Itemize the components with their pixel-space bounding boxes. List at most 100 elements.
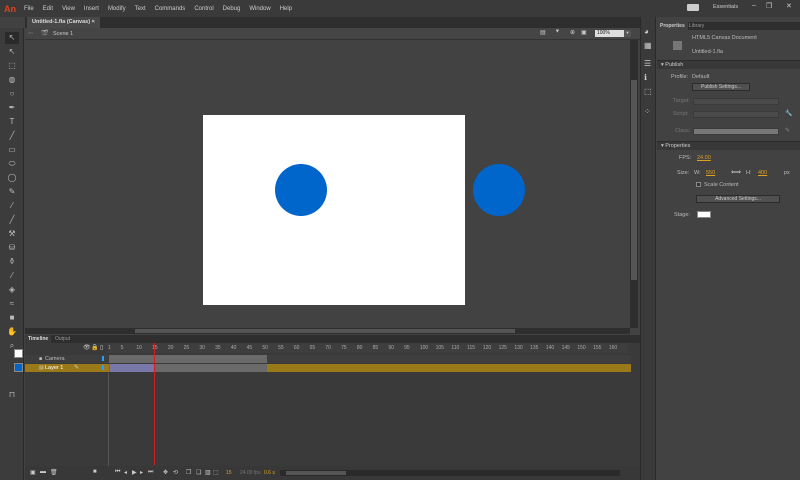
- menu-text[interactable]: Text: [135, 6, 146, 12]
- stage-color-swatch[interactable]: [697, 211, 711, 218]
- step-back-icon[interactable]: ◂: [124, 469, 127, 476]
- scene-name[interactable]: Scene 1: [53, 31, 73, 37]
- onion-outline-icon[interactable]: ❏: [196, 469, 201, 476]
- info-icon[interactable]: ℹ: [644, 73, 647, 82]
- new-layer-icon[interactable]: ▣: [30, 469, 36, 476]
- properties-section-header[interactable]: ▾ Properties: [657, 141, 800, 150]
- stroke-color-swatch[interactable]: [14, 349, 23, 358]
- center-frame-icon[interactable]: ✥: [163, 469, 168, 476]
- onion-skin-icon[interactable]: ❐: [186, 469, 191, 476]
- eye-icon[interactable]: 👁: [83, 344, 91, 351]
- first-frame-icon[interactable]: ⏮: [115, 469, 120, 476]
- tab-output[interactable]: Output: [52, 335, 73, 343]
- bone-tool-icon[interactable]: ⚒: [5, 228, 19, 240]
- selection-tool-icon[interactable]: ↖: [5, 32, 19, 44]
- lasso-tool-icon[interactable]: ○: [5, 88, 19, 100]
- restore-button[interactable]: ❐: [766, 2, 772, 10]
- menu-control[interactable]: Control: [194, 6, 213, 12]
- components-icon[interactable]: ⁘: [644, 107, 651, 116]
- elapsed-time[interactable]: 0.6 s: [264, 470, 275, 476]
- current-frame[interactable]: 15: [226, 470, 232, 476]
- publish-section-header[interactable]: ▾ Publish: [657, 60, 800, 69]
- chevron-down-icon[interactable]: ▼: [624, 30, 631, 37]
- polystar-tool-icon[interactable]: ◯: [5, 172, 19, 184]
- wrench-icon[interactable]: 🔧: [785, 110, 792, 117]
- circle-shape-on-stage[interactable]: [275, 164, 327, 216]
- lock-icon[interactable]: 🔒: [91, 344, 98, 351]
- scroll-thumb[interactable]: [631, 80, 637, 280]
- menu-window[interactable]: Window: [249, 6, 270, 12]
- workspace-switcher[interactable]: Essentials: [713, 4, 738, 10]
- pen-tool-icon[interactable]: ✒: [5, 102, 19, 114]
- publish-settings-button[interactable]: Publish Settings...: [692, 83, 750, 91]
- script-select[interactable]: [693, 111, 779, 118]
- menu-file[interactable]: File: [24, 6, 34, 12]
- pencil-tool-icon[interactable]: ✎: [5, 186, 19, 198]
- hand-tool-icon[interactable]: ✋: [5, 326, 19, 338]
- text-tool-icon[interactable]: T: [5, 116, 19, 128]
- brush-tool-icon[interactable]: ╱: [5, 214, 19, 226]
- edit-class-icon[interactable]: ✎: [785, 127, 790, 134]
- stage[interactable]: [203, 115, 465, 305]
- minimize-button[interactable]: –: [752, 2, 756, 9]
- oval-tool-icon[interactable]: ⬭: [5, 158, 19, 170]
- 3d-rotation-tool-icon[interactable]: ◍: [5, 74, 19, 86]
- vertical-scrollbar[interactable]: [630, 40, 638, 328]
- onion-markers-icon[interactable]: ⬚: [213, 469, 219, 476]
- menu-help[interactable]: Help: [280, 6, 292, 12]
- menu-modify[interactable]: Modify: [108, 6, 126, 12]
- align-icon[interactable]: ☰: [644, 59, 651, 68]
- menu-insert[interactable]: Insert: [84, 6, 99, 12]
- link-dimensions-icon[interactable]: ⟺: [731, 168, 741, 176]
- playhead[interactable]: [154, 343, 156, 465]
- circle-shape-off-stage[interactable]: [473, 164, 525, 216]
- edit-symbol-icon[interactable]: ⯆: [555, 29, 560, 36]
- back-arrow-icon[interactable]: ⇦: [28, 30, 33, 37]
- color-panel-icon[interactable]: ◕: [644, 27, 649, 36]
- menu-view[interactable]: View: [62, 6, 75, 12]
- advanced-settings-button[interactable]: Advanced Settings...: [696, 195, 780, 203]
- camera-toggle-icon[interactable]: ■: [93, 469, 97, 475]
- camera-tool-icon[interactable]: ■: [5, 312, 19, 324]
- zoom-select[interactable]: 100% ▼: [595, 30, 631, 37]
- frame-rate[interactable]: 24.00 fps: [240, 470, 261, 476]
- scroll-thumb[interactable]: [135, 329, 515, 333]
- layer-row-layer-1[interactable]: ▤ Layer 1 ✎: [25, 364, 631, 372]
- outline-icon[interactable]: ▯: [100, 344, 103, 351]
- paint-bucket-tool-icon[interactable]: ⛁: [5, 242, 19, 254]
- transform-tool-icon[interactable]: ⬚: [5, 60, 19, 72]
- width-value[interactable]: 550: [706, 170, 715, 176]
- layer-name[interactable]: Camera: [45, 356, 65, 362]
- menu-edit[interactable]: Edit: [43, 6, 53, 12]
- fill-color-swatch[interactable]: [14, 363, 23, 372]
- eraser-tool-icon[interactable]: ◈: [5, 284, 19, 296]
- motion-tween-span[interactable]: [110, 364, 155, 372]
- close-tab-icon[interactable]: ×: [92, 19, 95, 25]
- delete-layer-icon[interactable]: 🗑: [50, 469, 58, 476]
- document-tab[interactable]: Untitled-1.fla (Canvas) ×: [27, 17, 100, 28]
- menu-debug[interactable]: Debug: [223, 6, 241, 12]
- frame-span[interactable]: [109, 355, 267, 363]
- edit-multiple-frames-icon[interactable]: ▥: [205, 469, 211, 476]
- pasteboard[interactable]: [25, 40, 630, 328]
- edit-scene-icon[interactable]: ▤: [540, 29, 546, 36]
- frame-ruler[interactable]: 1510152025303540455055606570758085909510…: [107, 343, 627, 353]
- rectangle-tool-icon[interactable]: ▭: [5, 144, 19, 156]
- paint-brush-tool-icon[interactable]: ⁄: [5, 200, 19, 212]
- swatches-icon[interactable]: ▦: [644, 41, 652, 50]
- ink-bottle-tool-icon[interactable]: ⚱: [5, 256, 19, 268]
- scale-content-checkbox[interactable]: [696, 182, 701, 187]
- menu-commands[interactable]: Commands: [155, 6, 186, 12]
- line-tool-icon[interactable]: ╱: [5, 130, 19, 142]
- tab-properties[interactable]: Properties: [657, 22, 688, 30]
- clip-icon[interactable]: ▣: [581, 29, 587, 36]
- loop-icon[interactable]: ⟲: [173, 469, 178, 476]
- sync-icon[interactable]: [687, 4, 699, 11]
- eyedropper-tool-icon[interactable]: ⁄: [5, 270, 19, 282]
- center-stage-icon[interactable]: ⊕: [570, 29, 575, 36]
- class-field[interactable]: [693, 128, 779, 135]
- tab-library[interactable]: Library: [689, 22, 704, 30]
- layer-name[interactable]: Layer 1: [45, 365, 63, 371]
- timeline-scrollbar[interactable]: [280, 470, 620, 476]
- transform-icon[interactable]: ⬚: [644, 87, 652, 96]
